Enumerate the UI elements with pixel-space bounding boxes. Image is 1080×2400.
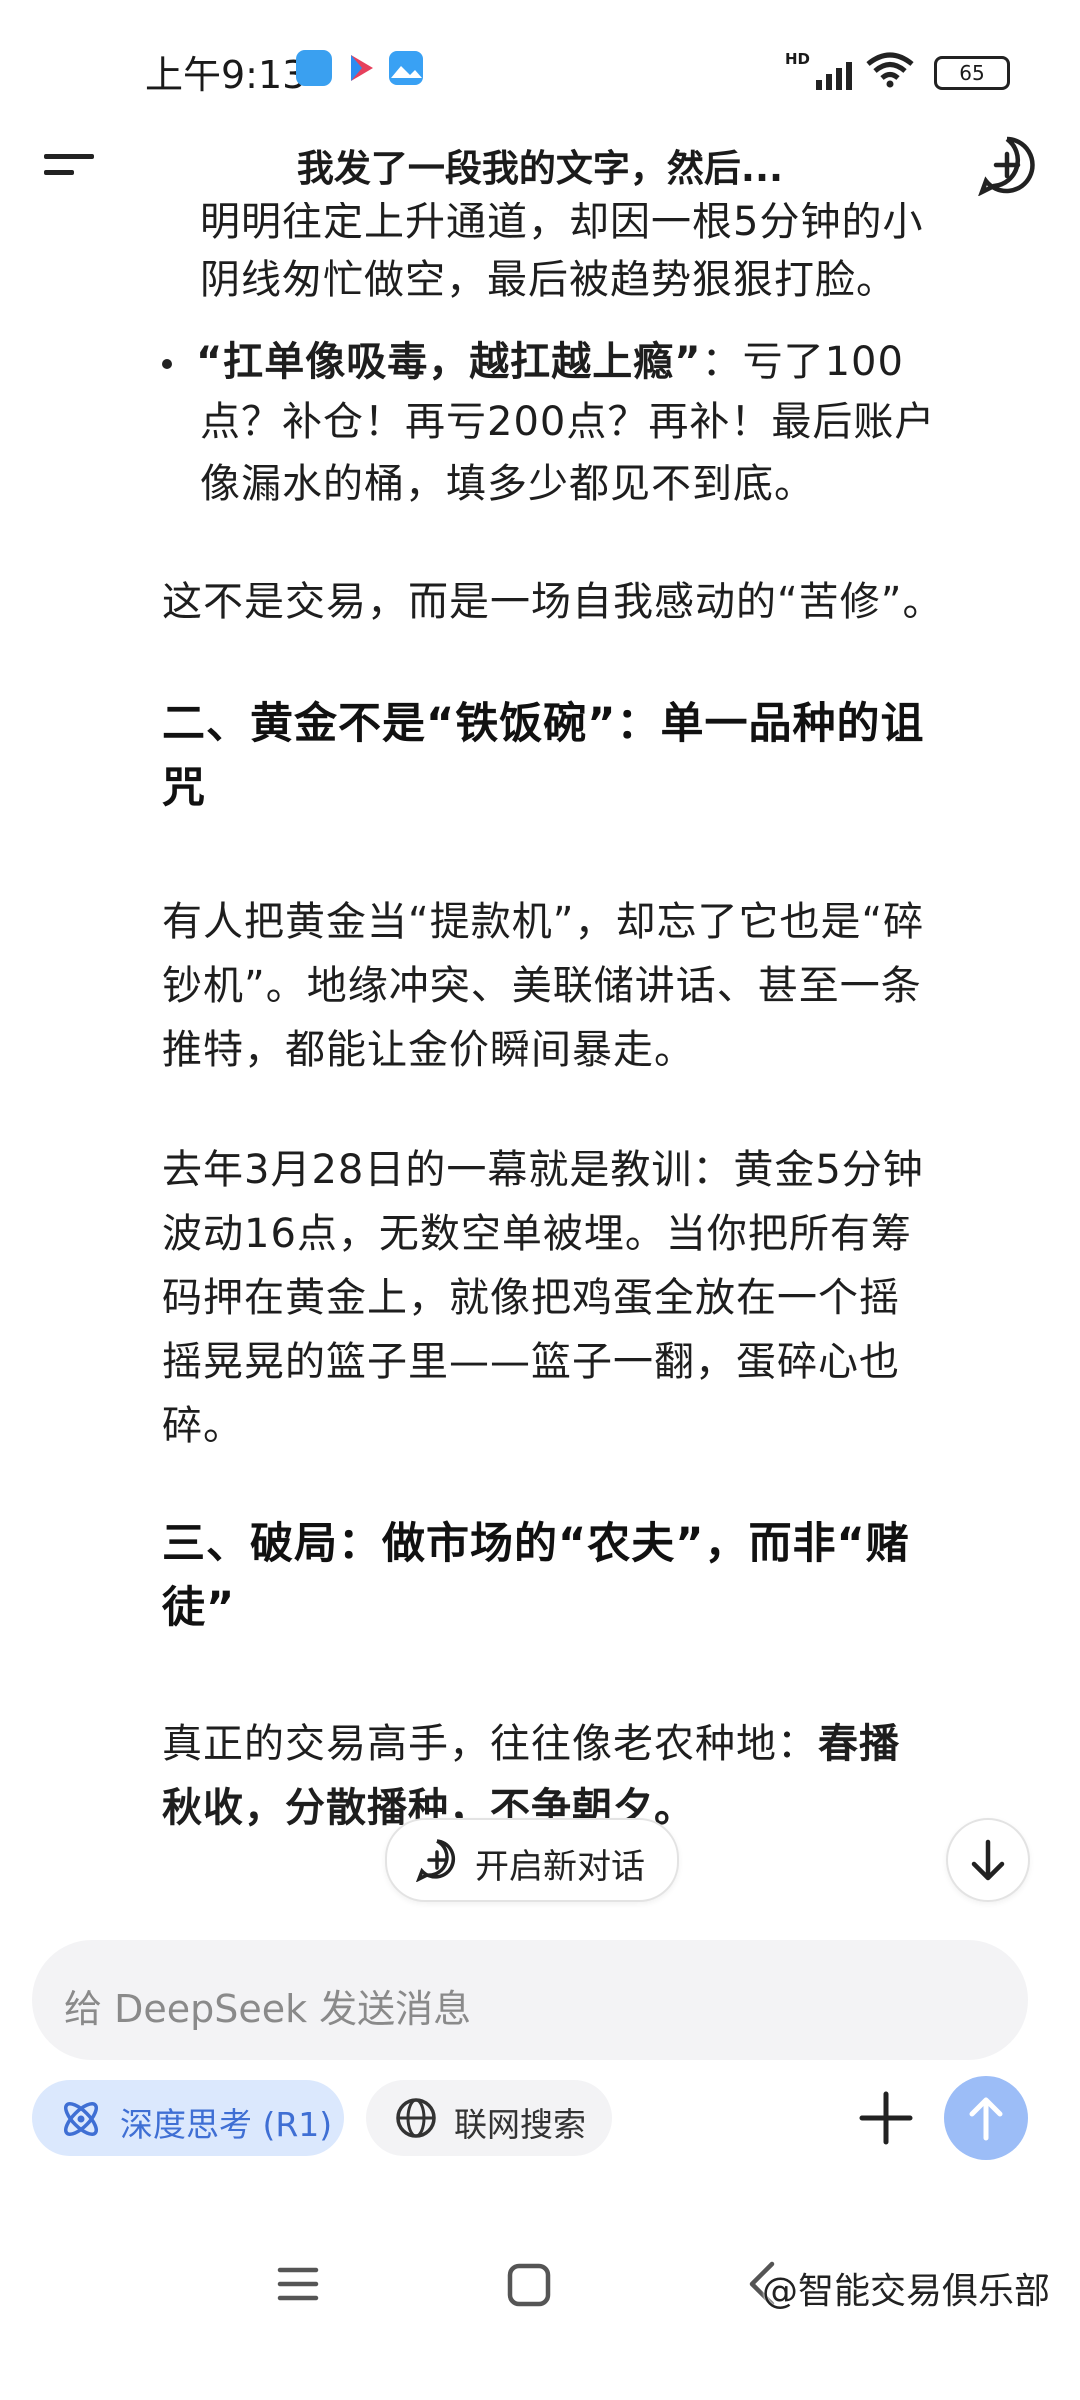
globe-icon bbox=[396, 2098, 436, 2138]
arrow-up-icon bbox=[969, 2097, 1003, 2141]
watermark: @智能交易俱乐部 bbox=[761, 2271, 1050, 2312]
send-button[interactable] bbox=[944, 2076, 1028, 2160]
chat-content[interactable]: 明明往定上升通道，却因一根5分钟的小 阴线匆忙做空，最后被趋势狠狠打脸。 “扛单… bbox=[0, 130, 1080, 1940]
deep-think-toggle[interactable]: 深度思考 (R1) bbox=[32, 2080, 344, 2156]
message-placeholder: 给 DeepSeek 发送消息 bbox=[64, 1987, 472, 2031]
message-input[interactable]: 给 DeepSeek 发送消息 bbox=[32, 1940, 1028, 2060]
web-search-label: 联网搜索 bbox=[454, 2105, 586, 2144]
status-time: 上午9:13 bbox=[145, 53, 307, 97]
text-line: 摇晃晃的篮子里——篮子一翻，蛋碎心也 bbox=[162, 1339, 900, 1385]
atom-icon bbox=[64, 2102, 98, 2136]
scroll-to-bottom-button[interactable] bbox=[946, 1818, 1030, 1902]
text-line: 像漏水的桶，填多少都见不到底。 bbox=[200, 461, 815, 507]
page-title: 我发了一段我的文字，然后... bbox=[296, 147, 784, 190]
text-line: 钞机”。地缘冲突、美联储讲话、甚至一条 bbox=[162, 963, 922, 1009]
battery-icon: 65 bbox=[934, 56, 1010, 90]
bullet-dot bbox=[162, 359, 172, 369]
text-line: 真正的交易高手，往往像老农种地：春播 bbox=[162, 1712, 900, 1776]
text-line: 推特，都能让金价瞬间暴走。 bbox=[162, 1027, 695, 1073]
arrow-down-icon bbox=[971, 1839, 1005, 1881]
section-heading: 咒 bbox=[162, 763, 206, 813]
new-chat-icon bbox=[416, 1839, 456, 1882]
new-conversation-label: 开启新对话 bbox=[475, 1847, 645, 1887]
video-app-icon bbox=[351, 55, 373, 81]
bullet-item: “扛单像吸毒，越扛越上瘾”：亏了100 bbox=[196, 330, 904, 394]
new-conversation-button[interactable]: 开启新对话 bbox=[385, 1818, 679, 1902]
section-heading: 三、破局：做市场的“农夫”，而非“赌 bbox=[162, 1519, 910, 1569]
text-normal: 真正的交易高手，往往像老农种地： bbox=[162, 1721, 818, 1767]
status-bar: 上午9:13 HD 65 bbox=[0, 0, 1080, 130]
paragraph: 这不是交易，而是一场自我感动的“苦修”。 bbox=[162, 579, 944, 625]
text-line: 码押在黄金上，就像把鸡蛋全放在一个摇 bbox=[162, 1275, 900, 1321]
gallery-app-icon bbox=[389, 51, 423, 85]
wifi-icon bbox=[866, 52, 914, 88]
section-heading: 二、黄金不是“铁饭碗”：单一品种的诅 bbox=[162, 699, 925, 749]
section-heading: 徒” bbox=[162, 1583, 236, 1633]
text-line: 去年3月28日的一幕就是教训：黄金5分钟 bbox=[162, 1147, 924, 1193]
bullet-bold-text: “扛单像吸毒，越扛越上瘾” bbox=[196, 339, 702, 385]
new-chat-icon[interactable] bbox=[976, 134, 1038, 196]
signal-icon bbox=[816, 62, 852, 90]
text-bold: 春播 bbox=[818, 1721, 900, 1767]
home-icon[interactable] bbox=[506, 2262, 552, 2308]
deep-think-label: 深度思考 (R1) bbox=[120, 2105, 333, 2144]
web-search-toggle[interactable]: 联网搜索 bbox=[366, 2080, 612, 2156]
network-label: HD bbox=[784, 50, 810, 68]
top-bar: 我发了一段我的文字，然后... bbox=[0, 130, 1080, 202]
battery-level: 65 bbox=[959, 61, 985, 85]
bullet-text: ：亏了100 bbox=[701, 339, 904, 385]
text-line: 有人把黄金当“提款机”，却忘了它也是“碎 bbox=[162, 899, 925, 945]
recents-icon[interactable] bbox=[276, 2262, 320, 2306]
cloud-app-icon bbox=[296, 50, 332, 86]
text-line: 阴线匆忙做空，最后被趋势狠狠打脸。 bbox=[200, 257, 897, 303]
attach-plus-icon[interactable] bbox=[856, 2088, 916, 2148]
text-line: 碎。 bbox=[162, 1403, 244, 1449]
text-line: 点？补仓！再亏200点？再补！最后账户 bbox=[200, 399, 936, 445]
text-line: 波动16点，无数空单被埋。当你把所有筹 bbox=[162, 1211, 912, 1257]
